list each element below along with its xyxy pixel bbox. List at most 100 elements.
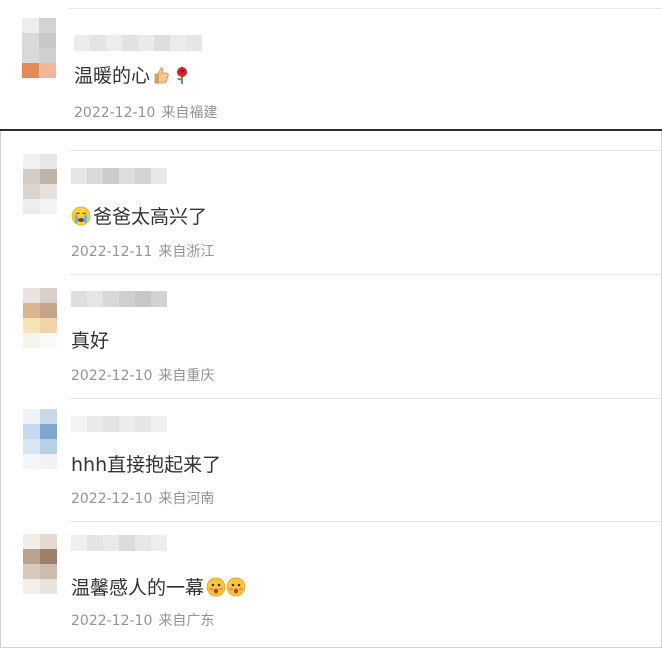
avatar-mosaic-cell xyxy=(39,18,56,33)
comment-meta: 2022-12-10 来自福建 xyxy=(74,102,217,122)
comment-text-content: 爸爸太高兴了 xyxy=(93,206,208,228)
comment-location: 来自浙江 xyxy=(158,244,215,260)
avatar-mosaic-cell xyxy=(39,63,56,78)
comment-divider xyxy=(69,398,662,399)
surprised-face-icon xyxy=(226,577,246,597)
comment-meta: 2022-12-10 来自河南 xyxy=(71,488,214,508)
comment-date: 2022-12-10 xyxy=(71,613,153,629)
username-mosaic-cell xyxy=(74,35,90,51)
username-mosaic-cell xyxy=(151,416,167,432)
username-mosaic-cell xyxy=(71,535,87,551)
username-mosaic-cell xyxy=(71,291,87,307)
comment-text: 真好 xyxy=(71,326,109,353)
avatar-mosaic-cell xyxy=(40,184,57,199)
comment-divider xyxy=(69,150,662,151)
comment-location: 来自福建 xyxy=(161,105,218,121)
username-mosaic-cell xyxy=(87,416,103,432)
username-mosaic-cell xyxy=(135,291,151,307)
username-mosaic-cell xyxy=(71,416,87,432)
username-blurred[interactable] xyxy=(74,35,202,51)
avatar-mosaic-cell xyxy=(22,63,39,78)
comment-divider xyxy=(69,521,662,522)
avatar-mosaic-cell xyxy=(23,184,40,199)
avatar-mosaic-cell xyxy=(23,409,40,424)
avatar-mosaic-cell xyxy=(23,199,40,214)
username-mosaic-cell xyxy=(119,168,135,184)
avatar-mosaic-cell xyxy=(40,534,57,549)
avatar-mosaic-cell xyxy=(23,288,40,303)
avatar[interactable] xyxy=(23,288,57,348)
comment-date: 2022-12-11 xyxy=(71,244,153,260)
comment-item: 温暖的心 2022-12-10 来自福建 xyxy=(0,8,662,132)
comment-item: 爸爸太高兴了 2022-12-11 来自浙江 xyxy=(1,150,662,274)
comment-text-content: 温馨感人的一幕 xyxy=(71,577,205,599)
avatar-mosaic-cell xyxy=(39,48,56,63)
emoji-group xyxy=(152,64,192,86)
avatar-mosaic-cell xyxy=(23,564,40,579)
avatar[interactable] xyxy=(23,534,57,594)
username-mosaic-cell xyxy=(122,35,138,51)
username-mosaic-cell xyxy=(151,535,167,551)
comment-text: 爸爸太高兴了 xyxy=(71,202,207,229)
avatar-mosaic-cell xyxy=(23,154,40,169)
username-mosaic-cell xyxy=(119,535,135,551)
avatar-mosaic-cell xyxy=(22,33,39,48)
username-mosaic-cell xyxy=(103,416,119,432)
username-mosaic-cell xyxy=(87,535,103,551)
username-mosaic-cell xyxy=(106,35,122,51)
comment-divider xyxy=(69,274,662,275)
avatar-mosaic-cell xyxy=(22,48,39,63)
avatar-mosaic-cell xyxy=(40,199,57,214)
comment-text: 温馨感人的一幕 xyxy=(71,573,246,600)
username-mosaic-cell xyxy=(119,416,135,432)
username-mosaic-cell xyxy=(170,35,186,51)
thumbs-up-icon xyxy=(152,65,172,85)
comment-location: 来自重庆 xyxy=(158,368,215,384)
username-blurred[interactable] xyxy=(71,416,167,432)
avatar-mosaic-cell xyxy=(40,549,57,564)
comment-location: 来自广东 xyxy=(158,613,215,629)
avatar-mosaic-cell xyxy=(40,333,57,348)
username-mosaic-cell xyxy=(151,291,167,307)
username-blurred[interactable] xyxy=(71,535,167,551)
comment-panel-top: 温暖的心 2022-12-10 来自福建 xyxy=(0,0,662,131)
avatar-mosaic-cell xyxy=(23,534,40,549)
avatar[interactable] xyxy=(22,18,56,78)
avatar-mosaic-cell xyxy=(23,333,40,348)
avatar[interactable] xyxy=(23,409,57,469)
username-mosaic-cell xyxy=(186,35,202,51)
username-mosaic-cell xyxy=(103,535,119,551)
avatar-mosaic-cell xyxy=(23,579,40,594)
username-mosaic-cell xyxy=(90,35,106,51)
avatar-mosaic-cell xyxy=(23,424,40,439)
comment-meta: 2022-12-10 来自重庆 xyxy=(71,365,214,385)
username-mosaic-cell xyxy=(135,168,151,184)
avatar-mosaic-cell xyxy=(23,454,40,469)
comment-date: 2022-12-10 xyxy=(71,491,153,507)
avatar-mosaic-cell xyxy=(40,564,57,579)
avatar-mosaic-cell xyxy=(40,318,57,333)
avatar[interactable] xyxy=(23,154,57,214)
avatar-mosaic-cell xyxy=(23,169,40,184)
username-mosaic-cell xyxy=(151,168,167,184)
emoji-group xyxy=(206,576,246,598)
username-mosaic-cell xyxy=(154,35,170,51)
crying-face-icon xyxy=(71,206,91,226)
avatar-mosaic-cell xyxy=(23,303,40,318)
username-mosaic-cell xyxy=(138,35,154,51)
username-blurred[interactable] xyxy=(71,291,167,307)
comment-text: hhh直接抱起来了 xyxy=(71,450,221,477)
username-mosaic-cell xyxy=(135,416,151,432)
comment-text-content: 真好 xyxy=(71,330,110,352)
username-mosaic-cell xyxy=(87,291,103,307)
avatar-mosaic-cell xyxy=(23,549,40,564)
username-mosaic-cell xyxy=(119,291,135,307)
username-mosaic-cell xyxy=(135,535,151,551)
username-blurred[interactable] xyxy=(71,168,167,184)
username-mosaic-cell xyxy=(103,291,119,307)
username-mosaic-cell xyxy=(87,168,103,184)
comment-item: 温馨感人的一幕 2022-12-10 来自广东 xyxy=(1,521,662,645)
comment-location: 来自河南 xyxy=(158,491,215,507)
avatar-mosaic-cell xyxy=(39,33,56,48)
comment-date: 2022-12-10 xyxy=(71,368,153,384)
